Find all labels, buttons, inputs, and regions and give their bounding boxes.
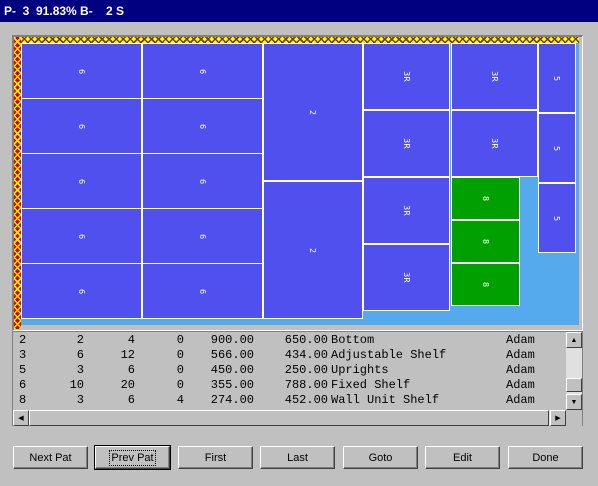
cell-extra: 0 bbox=[176, 363, 184, 377]
cell-customer: Adam bbox=[506, 378, 535, 392]
parts-list[interactable]: 2 2 4 0 900.00 650.00 Bottom Adam 3 6 12 0 566.00 434… bbox=[12, 331, 583, 426]
cell-total: 6 bbox=[127, 363, 135, 377]
table-row[interactable]: 3 6 12 0 566.00 434.00 Adjustable Shelf Adam bbox=[13, 347, 565, 362]
cell-desc: Wall Unit Shelf bbox=[331, 393, 440, 407]
piece-6[interactable]: 6 bbox=[21, 43, 142, 99]
scroll-right-button[interactable]: ▶ bbox=[550, 410, 566, 426]
cell-qty: 2 bbox=[76, 333, 84, 347]
prev-pattern-button[interactable]: Prev Pat bbox=[94, 445, 171, 470]
cell-id: 3 bbox=[19, 348, 27, 362]
table-row[interactable]: 2 2 4 0 900.00 650.00 Bottom Adam bbox=[13, 332, 565, 347]
cell-desc: Fixed Shelf bbox=[331, 378, 411, 392]
cell-id: 8 bbox=[19, 393, 27, 407]
cell-customer: Adam bbox=[506, 393, 535, 407]
piece-5[interactable]: 5 bbox=[538, 183, 576, 253]
piece-6[interactable]: 6 bbox=[142, 98, 263, 154]
board-sheet: 6 6 6 6 6 6 6 6 6 6 2 2 3R 3R 3R 3R 3R 3… bbox=[21, 43, 579, 325]
vertical-scrollbar[interactable]: ▲ ▼ bbox=[566, 332, 582, 410]
left-edge-band bbox=[14, 37, 21, 329]
cell-qty: 6 bbox=[76, 348, 84, 362]
cell-id: 5 bbox=[19, 363, 27, 377]
scroll-left-button[interactable]: ◀ bbox=[13, 410, 29, 426]
cell-extra: 0 bbox=[176, 348, 184, 362]
horizontal-scrollbar[interactable]: ◀ ▶ bbox=[13, 410, 582, 426]
piece-6[interactable]: 6 bbox=[142, 263, 263, 319]
piece-6[interactable]: 6 bbox=[21, 263, 142, 319]
cell-width: 250.00 bbox=[284, 363, 328, 377]
cell-qty: 3 bbox=[76, 393, 84, 407]
piece-3r[interactable]: 3R bbox=[451, 43, 538, 110]
piece-6[interactable]: 6 bbox=[142, 43, 263, 99]
edit-button[interactable]: Edit bbox=[425, 446, 500, 469]
scroll-corner bbox=[566, 410, 582, 426]
cell-total: 12 bbox=[120, 348, 135, 362]
cell-customer: Adam bbox=[506, 333, 535, 347]
piece-3r[interactable]: 3R bbox=[363, 110, 450, 177]
cell-customer: Adam bbox=[506, 363, 535, 377]
cell-desc: Uprights bbox=[331, 363, 389, 377]
table-row[interactable]: 8 3 6 4 274.00 452.00 Wall Unit Shelf Adam bbox=[13, 392, 565, 407]
piece-5[interactable]: 5 bbox=[538, 113, 576, 183]
piece-3r[interactable]: 3R bbox=[363, 177, 450, 244]
piece-3r[interactable]: 3R bbox=[363, 244, 450, 311]
next-pattern-button[interactable]: Next Pat bbox=[13, 446, 88, 469]
piece-6[interactable]: 6 bbox=[142, 208, 263, 264]
cell-desc: Bottom bbox=[331, 333, 375, 347]
cell-total: 20 bbox=[120, 378, 135, 392]
table-row[interactable]: 6 10 20 0 355.00 788.00 Fixed Shelf Adam bbox=[13, 377, 565, 392]
parts-list-rows: 2 2 4 0 900.00 650.00 Bottom Adam 3 6 12 0 566.00 434… bbox=[13, 332, 565, 410]
cell-extra: 0 bbox=[176, 333, 184, 347]
cell-id: 2 bbox=[19, 333, 27, 347]
piece-6[interactable]: 6 bbox=[21, 153, 142, 209]
cell-width: 452.00 bbox=[284, 393, 328, 407]
cell-width: 650.00 bbox=[284, 333, 328, 347]
cell-qty: 10 bbox=[69, 378, 84, 392]
piece-6[interactable]: 6 bbox=[21, 98, 142, 154]
table-row[interactable]: 5 3 6 0 450.00 250.00 Uprights Adam bbox=[13, 362, 565, 377]
horizontal-scroll-thumb[interactable] bbox=[29, 410, 549, 426]
cell-total: 4 bbox=[127, 333, 135, 347]
cell-total: 6 bbox=[127, 393, 135, 407]
done-button[interactable]: Done bbox=[508, 446, 583, 469]
cell-length: 566.00 bbox=[210, 348, 254, 362]
cell-extra: 0 bbox=[176, 378, 184, 392]
cell-extra: 4 bbox=[176, 393, 184, 407]
vertical-scroll-thumb[interactable] bbox=[566, 378, 582, 392]
cell-customer: Adam bbox=[506, 348, 535, 362]
cell-desc: Adjustable Shelf bbox=[331, 348, 447, 362]
last-button[interactable]: Last bbox=[260, 446, 335, 469]
cell-length: 355.00 bbox=[210, 378, 254, 392]
piece-8[interactable]: 8 bbox=[451, 263, 520, 306]
scroll-down-button[interactable]: ▼ bbox=[566, 394, 582, 410]
goto-button[interactable]: Goto bbox=[343, 446, 418, 469]
first-button[interactable]: First bbox=[178, 446, 253, 469]
cutting-layout-view: 6 6 6 6 6 6 6 6 6 6 2 2 3R 3R 3R 3R 3R 3… bbox=[12, 35, 583, 331]
piece-6[interactable]: 6 bbox=[21, 208, 142, 264]
title-bar: P- 3 91.83% B- 2 S bbox=[0, 0, 598, 22]
piece-5[interactable]: 5 bbox=[538, 43, 576, 113]
scroll-up-button[interactable]: ▲ bbox=[566, 332, 582, 348]
cell-length: 900.00 bbox=[210, 333, 254, 347]
piece-3r[interactable]: 3R bbox=[363, 43, 450, 110]
piece-2[interactable]: 2 bbox=[263, 43, 363, 181]
piece-2[interactable]: 2 bbox=[263, 181, 363, 319]
piece-6[interactable]: 6 bbox=[142, 153, 263, 209]
cell-length: 274.00 bbox=[210, 393, 254, 407]
cell-id: 6 bbox=[19, 378, 27, 392]
cell-qty: 3 bbox=[76, 363, 84, 377]
cell-width: 788.00 bbox=[284, 378, 328, 392]
cell-length: 450.00 bbox=[210, 363, 254, 377]
piece-8[interactable]: 8 bbox=[451, 220, 520, 263]
piece-8[interactable]: 8 bbox=[451, 177, 520, 220]
piece-3r[interactable]: 3R bbox=[451, 110, 538, 177]
cell-width: 434.00 bbox=[284, 348, 328, 362]
